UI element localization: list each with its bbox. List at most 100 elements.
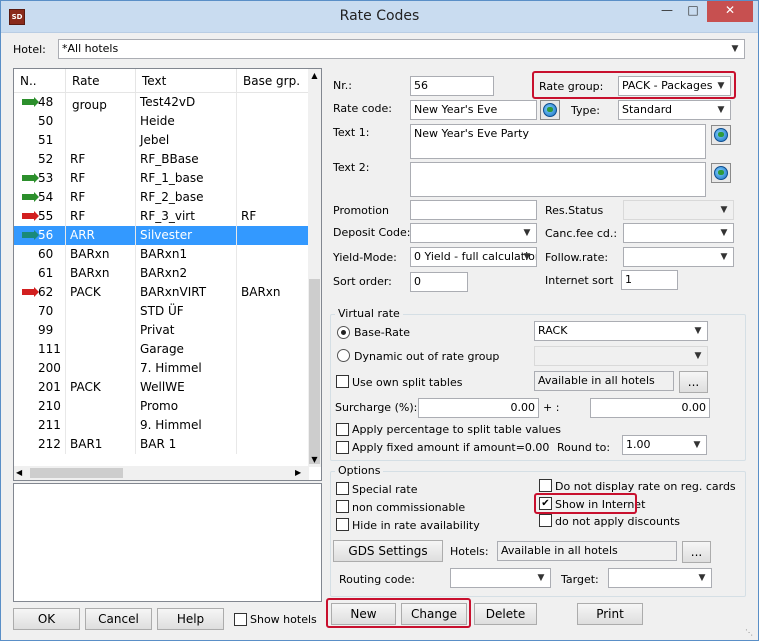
hscroll-thumb[interactable] [30, 468, 123, 478]
hide-availability-checkbox[interactable] [336, 518, 349, 531]
list-vertical-scrollbar[interactable]: ▲ ▼ [308, 69, 321, 467]
split-tables-input[interactable]: Available in all hotels [534, 371, 674, 391]
change-button[interactable]: Change [401, 603, 467, 625]
text1-input[interactable]: New Year's Eve Party [410, 124, 706, 159]
yield-value: 0 Yield - full calculation [414, 250, 537, 263]
text2-input[interactable] [410, 162, 706, 197]
delete-button[interactable]: Delete [474, 603, 537, 625]
nr-input[interactable]: 56 [410, 76, 494, 96]
maximize-icon[interactable]: □ [680, 1, 706, 22]
table-row[interactable]: 56 ARR Silvester [14, 226, 309, 245]
table-row[interactable]: 211 9. Himmel [14, 416, 309, 435]
gds-settings-button[interactable]: GDS Settings [333, 540, 443, 562]
round-to-select[interactable]: 1.00 ▼ [622, 435, 707, 455]
new-button[interactable]: New [331, 603, 396, 625]
base-rate-radio[interactable] [337, 326, 350, 339]
deposit-select[interactable]: ▼ [410, 223, 537, 243]
surcharge-input[interactable]: 0.00 [418, 398, 539, 418]
table-row[interactable]: 62 PACK BARxnVIRT BARxn [14, 283, 309, 302]
split-tables-checkbox[interactable] [336, 375, 349, 388]
cell-base [237, 378, 309, 397]
hotels-input[interactable]: Available in all hotels [497, 541, 677, 561]
cell-base [237, 169, 309, 188]
non-commissionable-checkbox[interactable] [336, 500, 349, 513]
res-status-select[interactable]: ▼ [623, 200, 734, 220]
table-row[interactable]: 50 Heide [14, 112, 309, 131]
no-display-checkbox[interactable] [539, 479, 552, 492]
follow-rate-select[interactable]: ▼ [623, 247, 734, 267]
table-row[interactable]: 200 7. Himmel [14, 359, 309, 378]
globe-icon[interactable] [711, 125, 731, 145]
hotel-select[interactable]: *All hotels ▼ [58, 39, 745, 59]
dynamic-radio[interactable] [337, 349, 350, 362]
no-discount-checkbox[interactable] [539, 514, 552, 527]
round-to-value: 1.00 [626, 438, 651, 451]
table-row[interactable]: 51 Jebel [14, 131, 309, 150]
split-tables-dots-button[interactable]: ... [679, 371, 708, 393]
table-row[interactable]: 70 STD ÜF [14, 302, 309, 321]
minimize-icon[interactable]: — [654, 1, 680, 22]
text1-label: Text 1: [333, 126, 370, 139]
yield-select[interactable]: 0 Yield - full calculation ▼ [410, 247, 537, 267]
show-hotels-checkbox[interactable] [234, 613, 247, 626]
scroll-down-icon[interactable]: ▼ [308, 453, 321, 467]
table-row[interactable]: 53 RF RF_1_base [14, 169, 309, 188]
scroll-up-icon[interactable]: ▲ [308, 69, 321, 83]
yield-label: Yield-Mode: [333, 251, 397, 264]
apply-fixed-checkbox[interactable] [336, 441, 349, 454]
plus-input[interactable]: 0.00 [590, 398, 710, 418]
promotion-input[interactable] [410, 200, 537, 220]
cell-nr: 61 [14, 264, 66, 283]
sort-order-input[interactable]: 0 [410, 272, 468, 292]
scroll-left-icon[interactable]: ◀ [16, 466, 28, 480]
table-row[interactable]: 60 BARxn BARxn1 [14, 245, 309, 264]
table-row[interactable]: 111 Garage [14, 340, 309, 359]
cancel-button[interactable]: Cancel [85, 608, 152, 630]
table-row[interactable]: 212 BAR1 BAR 1 [14, 435, 309, 454]
routing-code-select[interactable]: ▼ [450, 568, 551, 588]
status-arrow-icon [22, 173, 39, 183]
col-rategroup-header[interactable]: Rate group [66, 69, 136, 112]
cell-nr: 50 [14, 112, 66, 131]
canc-fee-select[interactable]: ▼ [623, 223, 734, 243]
close-icon[interactable]: ✕ [707, 1, 753, 22]
rate-code-list[interactable]: N.. Rate group Text Base grp. 48 Test42vD… [13, 68, 322, 481]
non-commissionable-label: non commissionable [352, 501, 466, 514]
globe-icon[interactable] [540, 100, 560, 120]
target-select[interactable]: ▼ [608, 568, 712, 588]
col-nr-header[interactable]: N.. [14, 69, 66, 93]
table-row[interactable]: 210 Promo [14, 397, 309, 416]
col-text-header[interactable]: Text [136, 69, 237, 93]
target-label: Target: [561, 573, 599, 586]
plus-label: + : [543, 401, 560, 414]
special-rate-checkbox[interactable] [336, 482, 349, 495]
print-button[interactable]: Print [577, 603, 643, 625]
base-rate-select[interactable]: RACK ▼ [534, 321, 708, 341]
internet-sort-input[interactable]: 1 [621, 270, 678, 290]
table-row[interactable]: 55 RF RF_3_virt RF [14, 207, 309, 226]
dynamic-select[interactable]: ▼ [534, 346, 708, 366]
scroll-thumb[interactable] [309, 279, 320, 464]
cell-text: BARxn1 [136, 245, 237, 264]
col-basegrp-header[interactable]: Base grp. [237, 69, 309, 93]
globe-icon[interactable] [711, 163, 731, 183]
scroll-right-icon[interactable]: ▶ [295, 466, 307, 480]
cell-group [66, 397, 136, 416]
table-row[interactable]: 54 RF RF_2_base [14, 188, 309, 207]
memo-area[interactable] [13, 483, 322, 602]
hotels-dots-button[interactable]: ... [682, 541, 711, 563]
table-row[interactable]: 61 BARxn BARxn2 [14, 264, 309, 283]
apply-percentage-checkbox[interactable] [336, 423, 349, 436]
table-row[interactable]: 201 PACK WellWE [14, 378, 309, 397]
ok-button[interactable]: OK [13, 608, 80, 630]
help-button[interactable]: Help [157, 608, 224, 630]
type-select[interactable]: Standard ▼ [618, 100, 731, 120]
list-horizontal-scrollbar[interactable]: ◀ ▶ [14, 466, 309, 480]
table-row[interactable]: 99 Privat [14, 321, 309, 340]
rate-code-input[interactable]: New Year's Eve [410, 100, 537, 120]
table-row[interactable]: 52 RF RF_BBase [14, 150, 309, 169]
rate-group-select[interactable]: PACK - Packages ▼ [618, 76, 731, 96]
show-internet-checkbox[interactable]: ✔ [539, 497, 552, 510]
resize-grip-icon[interactable]: ⋱ [745, 628, 755, 638]
table-row[interactable]: 48 Test42vD [14, 93, 309, 112]
